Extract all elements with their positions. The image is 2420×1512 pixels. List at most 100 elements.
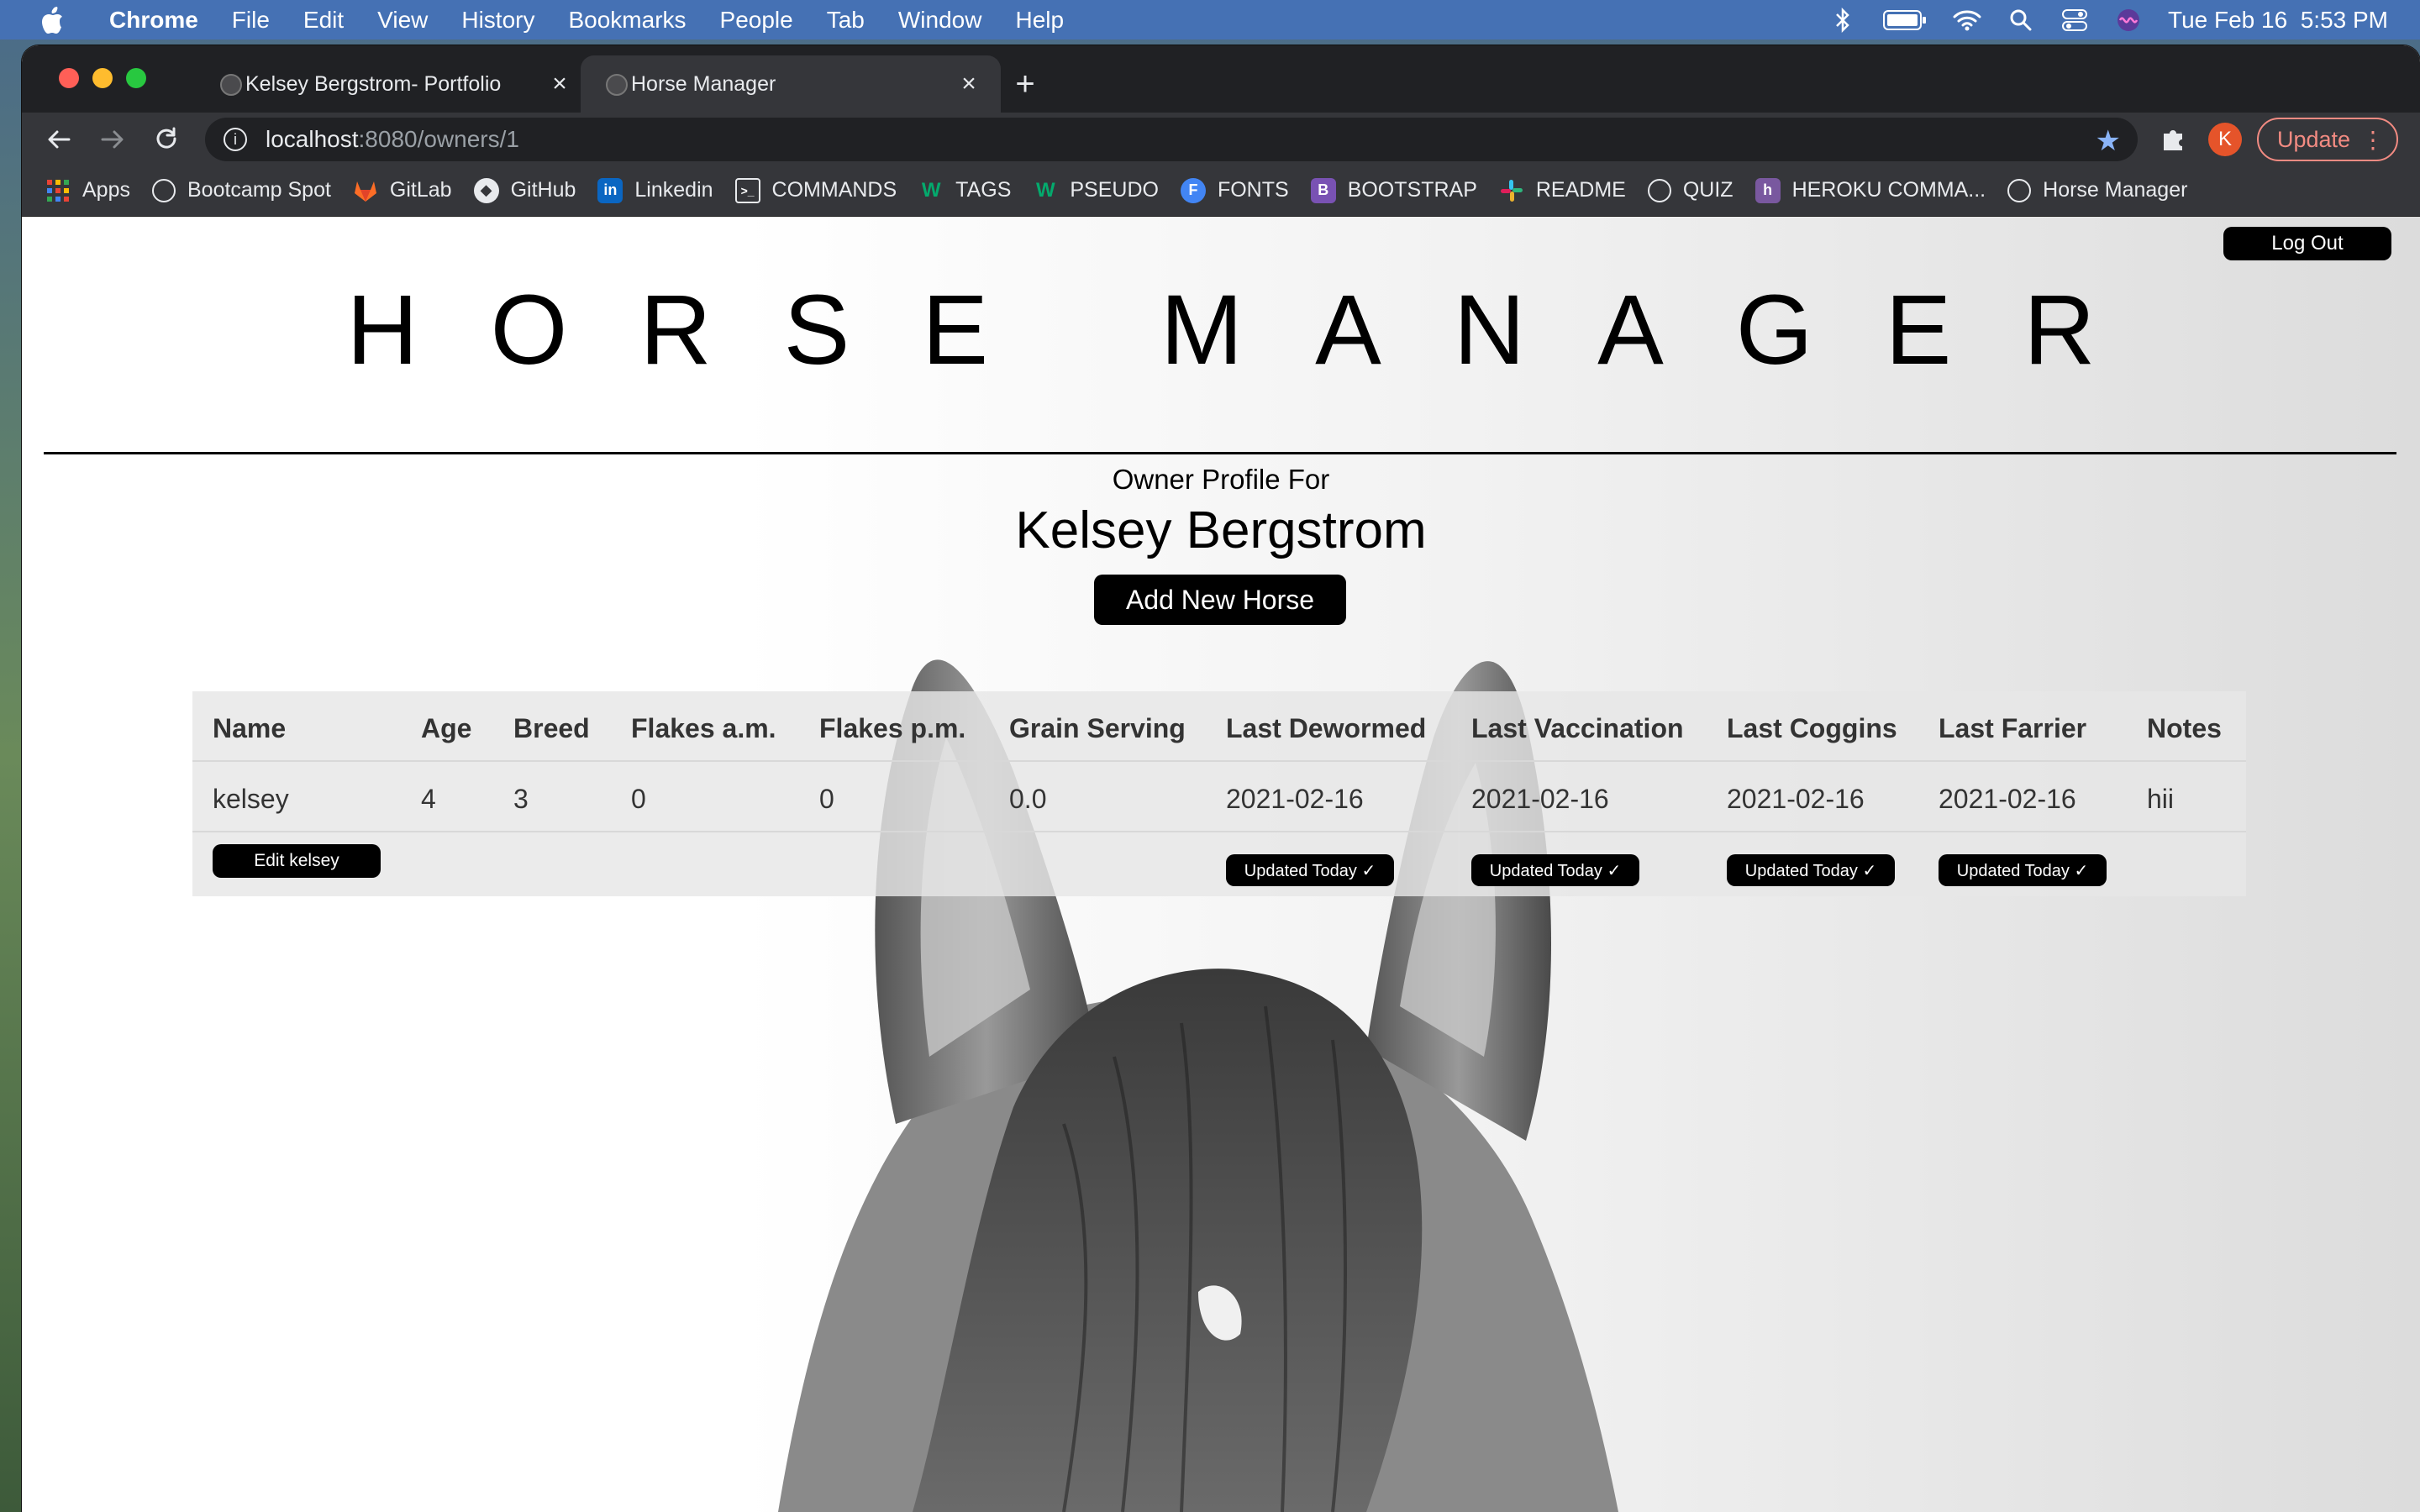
tab-title: Kelsey Bergstrom- Portfolio [245,71,502,96]
bookmark-tags[interactable]: W TAGS [918,178,1012,203]
bookmark-github[interactable]: ◆ GitHub [473,177,576,203]
bookmark-quiz[interactable]: QUIZ [1647,178,1733,202]
close-window-button[interactable] [59,68,79,88]
wifi-icon[interactable] [1953,6,1981,34]
bookmark-linkedin[interactable]: in Linkedin [597,177,713,203]
cell-last-farrier: 2021-02-16 [1939,784,2076,814]
col-header-last-farrier: Last Farrier [1939,713,2087,743]
bookmark-bootstrap[interactable]: B BOOTSTRAP [1310,177,1477,203]
bookmark-label: Bootcamp Spot [187,178,331,202]
cell-flakes-am: 0 [631,784,646,814]
battery-icon[interactable] [1882,6,1928,34]
globe-icon [606,74,628,96]
update-button[interactable]: Update ⋮ [2257,118,2398,161]
profile-avatar[interactable]: K [2208,123,2242,156]
bookmark-gitlab[interactable]: GitLab [353,178,452,203]
col-header-last-dewormed: Last Dewormed [1226,713,1427,743]
page-content: Log Out HORSE MANAGER Owner Profile For … [22,217,2420,1512]
control-center-icon[interactable] [2060,6,2089,34]
menubar-clock[interactable]: Tue Feb 16 5:53 PM [2168,7,2388,34]
new-tab-plus-icon[interactable]: + [1007,66,1044,102]
horses-table: Name Age Breed Flakes a.m. Flakes p.m. G… [192,691,2246,896]
heroku-icon: h [1754,177,1781,203]
update-vaccination-button[interactable]: Updated Today ✓ [1471,854,1639,886]
bootstrap-icon: B [1310,177,1336,203]
back-arrow-icon[interactable] [42,123,76,156]
row-divider [192,831,2246,832]
address-bar[interactable]: i localhost:8080/owners/1 ★ [205,118,2138,161]
bookmarks-bar: Apps Bootcamp Spot GitLab ◆ GitHub in Li… [22,165,2420,217]
tab-horse-manager[interactable]: Horse Manager × [581,55,1001,113]
col-header-notes: Notes [2147,713,2222,743]
bookmark-heroku[interactable]: h HEROKU COMMA... [1754,177,1986,203]
siri-icon[interactable] [2114,6,2143,34]
menu-edit[interactable]: Edit [303,7,344,34]
bookmark-apps[interactable]: Apps [45,178,130,203]
close-icon[interactable]: × [955,70,982,97]
apple-icon[interactable] [35,3,69,37]
extensions-puzzle-icon[interactable] [2158,123,2190,155]
tab-title: Horse Manager [631,71,776,96]
fonts-icon: F [1180,177,1206,203]
bookmark-label: GitLab [389,178,452,202]
cell-name: kelsey [213,784,289,814]
reload-icon[interactable] [150,123,183,156]
col-header-last-coggins: Last Coggins [1727,713,1897,743]
col-header-breed: Breed [513,713,590,743]
cell-flakes-pm: 0 [819,784,834,814]
bookmark-label: README [1535,178,1626,202]
menu-file[interactable]: File [232,7,270,34]
url-host: localhost [266,126,359,152]
cell-last-vaccination: 2021-02-16 [1471,784,1609,814]
menu-tab[interactable]: Tab [827,7,865,34]
bookmark-readme[interactable]: README [1499,178,1626,203]
bookmark-fonts[interactable]: F FONTS [1180,177,1289,203]
globe-icon [151,178,176,202]
bookmark-commands[interactable]: >_ COMMANDS [734,177,897,203]
bookmark-horse-manager[interactable]: Horse Manager [2007,178,2187,202]
zoom-window-button[interactable] [126,68,146,88]
forward-arrow-icon[interactable] [96,123,129,156]
url-path: :8080/owners/1 [358,126,519,152]
bookmark-label: Linkedin [634,178,713,202]
bookmark-bootcamp-spot[interactable]: Bootcamp Spot [151,178,331,202]
bookmark-label: Horse Manager [2043,178,2188,202]
menu-people[interactable]: People [720,7,793,34]
bookmark-label: FONTS [1217,178,1289,202]
col-header-name: Name [213,713,287,743]
add-new-horse-button[interactable]: Add New Horse [1094,575,1346,625]
menu-view[interactable]: View [377,7,428,34]
close-icon[interactable]: × [546,70,573,97]
update-dewormed-button[interactable]: Updated Today ✓ [1226,854,1394,886]
menu-help[interactable]: Help [1015,7,1064,34]
bookmark-label: HEROKU COMMA... [1791,178,1986,202]
bookmark-label: BOOTSTRAP [1347,178,1477,202]
bookmark-pseudo[interactable]: W PSEUDO [1033,178,1159,203]
more-menu-icon[interactable]: ⋮ [2361,126,2385,154]
update-farrier-button[interactable]: Updated Today ✓ [1939,854,2107,886]
menu-window[interactable]: Window [898,7,982,34]
bookmark-label: QUIZ [1682,178,1733,202]
apps-grid-icon [45,178,71,203]
spotlight-search-icon[interactable] [2007,6,2035,34]
menu-history[interactable]: History [461,7,534,34]
browser-window: Kelsey Bergstrom- Portfolio × Horse Mana… [22,45,2420,1512]
macos-menubar: Chrome File Edit View History Bookmarks … [0,0,2420,39]
col-header-grain-serving: Grain Serving [1009,713,1186,743]
owner-name: Kelsey Bergstrom [1015,501,1427,559]
menu-bookmarks[interactable]: Bookmarks [568,7,686,34]
update-coggins-button[interactable]: Updated Today ✓ [1727,854,1895,886]
log-out-button[interactable]: Log Out [2223,227,2391,260]
tab-portfolio[interactable]: Kelsey Bergstrom- Portfolio × [195,55,592,113]
header-divider [192,760,2246,762]
bluetooth-icon[interactable] [1828,6,1857,34]
title-divider [44,452,2396,454]
site-info-icon[interactable]: i [224,128,247,151]
bookmark-star-icon[interactable]: ★ [2096,124,2121,158]
menu-app-name[interactable]: Chrome [109,7,198,34]
bookmark-label: COMMANDS [771,178,897,202]
col-header-age: Age [421,713,472,743]
bookmark-label: GitHub [510,178,576,202]
edit-horse-button[interactable]: Edit kelsey [213,844,381,878]
minimize-window-button[interactable] [92,68,113,88]
